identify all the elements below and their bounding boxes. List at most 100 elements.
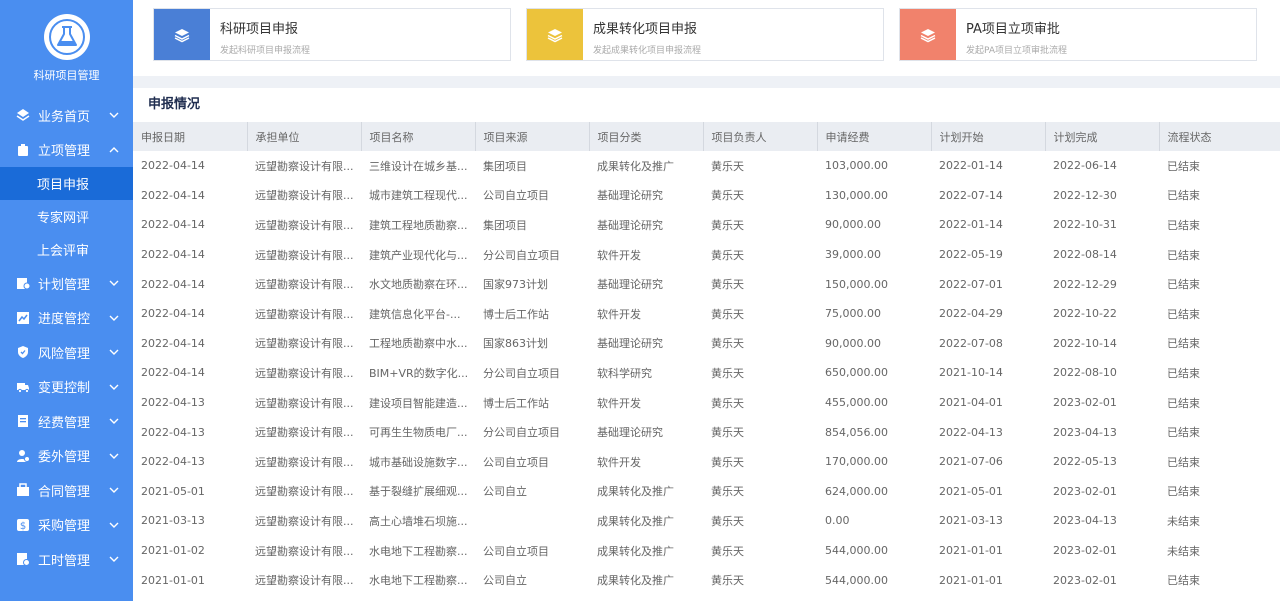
table-cell: 成果转化及推广 xyxy=(597,514,674,528)
table-cell: 基础理论研究 xyxy=(597,337,663,351)
table-cell: 建筑工程地质勘察... xyxy=(369,218,468,232)
table-cell: 2022-07-14 xyxy=(939,188,1003,202)
column-header[interactable]: 项目名称 xyxy=(361,122,476,151)
table-cell: 150,000.00 xyxy=(825,277,888,291)
sidebar-item-label: 风险管理 xyxy=(38,346,91,362)
card-pa-approval[interactable]: PA项目立项审批 发起PA项目立项审批流程 xyxy=(899,8,1257,61)
sidebar-item-7[interactable]: 委外管理 xyxy=(0,439,133,474)
table-row[interactable]: 2022-04-14 远望勘察设计有限... 工程地质勘察中水... 国家863计划 基… xyxy=(133,329,1280,359)
table-row[interactable]: 2022-04-14 远望勘察设计有限... BIM+VR的数字化... 分公司自立项… xyxy=(133,358,1280,388)
chevron-down-icon xyxy=(109,384,119,390)
table-cell: 未结束 xyxy=(1167,544,1200,558)
table-cell: 2022-04-14 xyxy=(141,336,205,350)
sidebar-item-1[interactable]: 立项管理 xyxy=(0,133,133,168)
table-cell: 基于裂缝扩展细观... xyxy=(369,485,468,499)
sidebar-subitem-1-1[interactable]: 专家网评 xyxy=(0,200,133,233)
table-row[interactable]: 2022-04-13 远望勘察设计有限... 可再生生物质电厂... 分公司自立项目 基… xyxy=(133,417,1280,447)
column-header[interactable]: 项目分类 xyxy=(589,122,704,151)
table-cell: 2022-08-14 xyxy=(1053,248,1117,262)
table-cell: 远望勘察设计有限... xyxy=(255,159,354,173)
column-header[interactable]: 申报日期 xyxy=(133,122,248,151)
table-row[interactable]: 2022-04-14 远望勘察设计有限... 城市建筑工程现代... 公司自立项目 基础… xyxy=(133,181,1280,211)
table-cell: 远望勘察设计有限... xyxy=(255,485,354,499)
table-row[interactable]: 2022-04-13 远望勘察设计有限... 建设项目智能建造... 博士后工作站 软件… xyxy=(133,388,1280,418)
table-cell: 2022-01-14 xyxy=(939,159,1003,173)
column-header[interactable]: 计划开始 xyxy=(931,122,1046,151)
column-header[interactable]: 流程状态 xyxy=(1159,122,1280,151)
card-achievement-apply[interactable]: 成果转化项目申报 发起成果转化项目申报流程 xyxy=(526,8,884,61)
table-cell: 2022-04-14 xyxy=(141,188,205,202)
column-header[interactable]: 承担单位 xyxy=(247,122,362,151)
table-cell: 远望勘察设计有限... xyxy=(255,337,354,351)
table-cell: 公司自立 xyxy=(483,574,527,588)
table-row[interactable]: 2021-01-01 远望勘察设计有限... 水电地下工程勘察... 公司自立 成果转化… xyxy=(133,565,1280,595)
table-row[interactable]: 2022-04-14 远望勘察设计有限... 建筑产业现代化与... 分公司自立项目 软… xyxy=(133,240,1280,270)
table-cell: 黄乐天 xyxy=(711,278,744,292)
table-cell: 软件开发 xyxy=(597,248,641,262)
table-cell: 水电地下工程勘察... xyxy=(369,544,468,558)
sidebar-item-10[interactable]: 工时管理 xyxy=(0,542,133,577)
table-cell: 博士后工作站 xyxy=(483,396,549,410)
sidebar-item-label: 工时管理 xyxy=(38,553,91,569)
table-row[interactable]: 2021-03-13 远望勘察设计有限... 高土心墙堆石坝施... 成果转化及推广 黄… xyxy=(133,506,1280,536)
table-cell: 已结束 xyxy=(1167,278,1200,292)
sidebar-subitem-1-2[interactable]: 上会评审 xyxy=(0,233,133,266)
table-row[interactable]: 2022-04-14 远望勘察设计有限... 水文地质勘察在环... 国家973计划 基… xyxy=(133,269,1280,299)
table-row[interactable]: 2022-04-14 远望勘察设计有限... 三维设计在城乡基... 集团项目 成果转化… xyxy=(133,151,1280,181)
table-row[interactable]: 2022-04-13 远望勘察设计有限... 城市基础设施数字... 公司自立项目 软件… xyxy=(133,447,1280,477)
table-cell: 黄乐天 xyxy=(711,514,744,528)
stack-icon xyxy=(154,9,210,60)
column-header[interactable]: 项目来源 xyxy=(475,122,590,151)
card-title: PA项目立项审批 xyxy=(966,22,1060,37)
table-cell: 0.00 xyxy=(825,514,850,528)
table-cell: 已结束 xyxy=(1167,574,1200,588)
table-cell: 2022-10-14 xyxy=(1053,336,1117,350)
table-row[interactable]: 2022-04-14 远望勘察设计有限... 建筑工程地质勘察... 集团项目 基础理论… xyxy=(133,210,1280,240)
sidebar-item-4[interactable]: 风险管理 xyxy=(0,335,133,370)
table-row[interactable]: 2021-01-02 远望勘察设计有限... 水电地下工程勘察... 公司自立项目 成果… xyxy=(133,536,1280,566)
table-cell: 2021-03-13 xyxy=(141,514,205,528)
sidebar-item-8[interactable]: 合同管理 xyxy=(0,473,133,508)
table-cell: 2021-05-01 xyxy=(939,484,1003,498)
table-cell: 远望勘察设计有限... xyxy=(255,366,354,380)
sidebar-item-3[interactable]: 进度管控 xyxy=(0,301,133,336)
table-cell: 成果转化及推广 xyxy=(597,574,674,588)
sidebar-item-5[interactable]: 变更控制 xyxy=(0,370,133,405)
table-cell: 544,000.00 xyxy=(825,544,888,558)
table-cell: 2021-01-01 xyxy=(141,573,205,587)
table-cell: 建设项目智能建造... xyxy=(369,396,468,410)
plan-icon xyxy=(16,276,30,290)
column-header[interactable]: 计划完成 xyxy=(1045,122,1160,151)
table-cell: 2022-04-13 xyxy=(141,455,205,469)
table-cell: 基础理论研究 xyxy=(597,426,663,440)
table-cell: 2022-12-29 xyxy=(1053,277,1117,291)
table-cell: 博士后工作站 xyxy=(483,307,549,321)
quick-action-cards: 科研项目申报 发起科研项目申报流程 成果转化项目申报 发起成果转化项目申报流程 … xyxy=(133,0,1280,76)
table-row[interactable]: 2021-05-01 远望勘察设计有限... 基于裂缝扩展细观... 公司自立 成果转化… xyxy=(133,477,1280,507)
card-subtitle: 发起PA项目立项审批流程 xyxy=(966,46,1068,56)
sidebar-subitem-1-0[interactable]: 项目申报 xyxy=(0,167,133,200)
user-icon xyxy=(16,449,30,463)
table-cell: 城市建筑工程现代... xyxy=(369,189,468,203)
table-row[interactable]: 2022-04-14 远望勘察设计有限... 建筑信息化平台-... 博士后工作站 软件… xyxy=(133,299,1280,329)
table-cell: 远望勘察设计有限... xyxy=(255,278,354,292)
table-cell: 854,056.00 xyxy=(825,425,888,439)
column-header[interactable]: 申请经费 xyxy=(817,122,932,151)
card-research-apply[interactable]: 科研项目申报 发起科研项目申报流程 xyxy=(153,8,511,61)
table-cell: 2021-04-01 xyxy=(939,396,1003,410)
table-cell: 软件开发 xyxy=(597,455,641,469)
table-cell: 已结束 xyxy=(1167,248,1200,262)
sidebar-item-9[interactable]: $ 采购管理 xyxy=(0,508,133,543)
sidebar-item-0[interactable]: 业务首页 xyxy=(0,98,133,133)
table-cell: 软件开发 xyxy=(597,307,641,321)
sidebar-item-2[interactable]: 计划管理 xyxy=(0,266,133,301)
table-cell: 成果转化及推广 xyxy=(597,485,674,499)
table-cell: 黄乐天 xyxy=(711,189,744,203)
table-cell: 可再生生物质电厂... xyxy=(369,426,468,440)
table-cell: 远望勘察设计有限... xyxy=(255,574,354,588)
sidebar-item-6[interactable]: 经费管理 xyxy=(0,404,133,439)
main-content: 科研项目申报 发起科研项目申报流程 成果转化项目申报 发起成果转化项目申报流程 … xyxy=(133,0,1280,601)
table-cell: 基础理论研究 xyxy=(597,218,663,232)
chevron-down-icon xyxy=(109,522,119,528)
column-header[interactable]: 项目负责人 xyxy=(703,122,818,151)
